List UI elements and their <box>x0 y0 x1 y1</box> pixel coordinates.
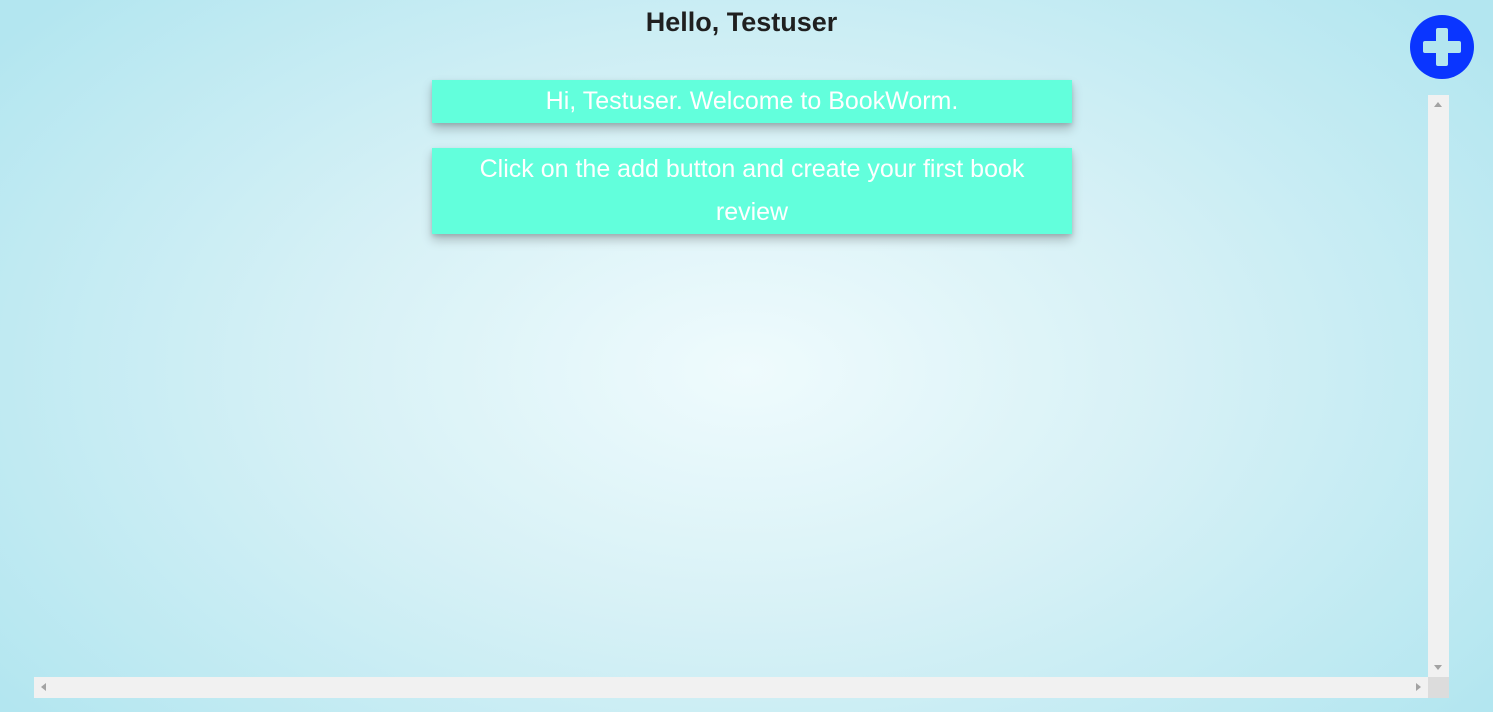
arrow-left-icon[interactable] <box>41 683 46 691</box>
add-review-button[interactable] <box>1410 15 1474 79</box>
scrollbar-corner <box>1428 677 1449 698</box>
first-review-hint-text: Click on the add button and create your … <box>479 155 1025 226</box>
page-title: Hello, Testuser <box>645 7 838 37</box>
plus-icon <box>1423 28 1461 66</box>
welcome-message: Hi, Testuser. Welcome to BookWorm. <box>432 80 1072 123</box>
horizontal-scrollbar[interactable] <box>34 677 1428 698</box>
vertical-scrollbar[interactable] <box>1428 95 1449 677</box>
welcome-message-text: Hi, Testuser. Welcome to BookWorm. <box>545 87 959 115</box>
first-review-hint: Click on the add button and create your … <box>432 148 1072 234</box>
arrow-right-icon[interactable] <box>1416 683 1421 691</box>
arrow-up-icon[interactable] <box>1434 102 1442 107</box>
arrow-down-icon[interactable] <box>1434 665 1442 670</box>
